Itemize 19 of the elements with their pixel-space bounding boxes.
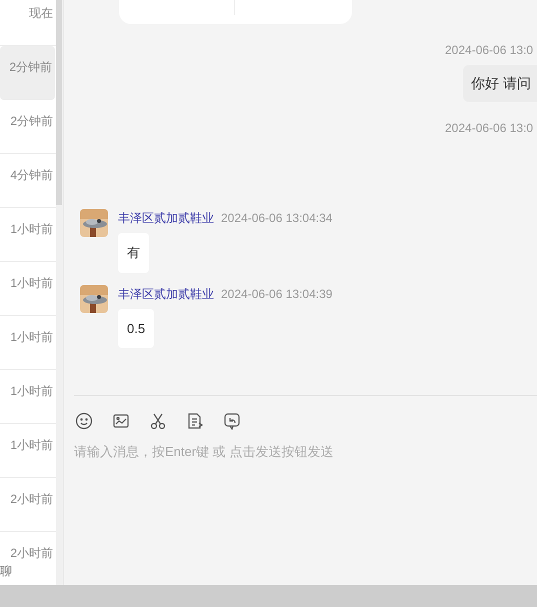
chat-undo-icon[interactable] bbox=[223, 412, 241, 430]
message-time: 2024-06-06 13:0 bbox=[445, 42, 534, 59]
message-time: 2024-06-06 13:0 bbox=[445, 120, 534, 137]
sidebar-footer-text: 聊 bbox=[0, 562, 12, 580]
scissors-icon[interactable] bbox=[149, 412, 167, 430]
conversation-item[interactable]: 2分钟前 bbox=[0, 46, 55, 100]
message-bubble: 你好 请问 bbox=[463, 65, 537, 102]
scrollbar-thumb[interactable] bbox=[56, 0, 62, 205]
message-input[interactable]: 请输入消息，按Enter键 或 点击发送按钮发送 bbox=[74, 442, 534, 562]
sender-name[interactable]: 丰泽区贰加贰鞋业 bbox=[118, 284, 214, 302]
message-bubble: 有 bbox=[118, 233, 149, 272]
smile-icon[interactable] bbox=[75, 412, 93, 430]
document-icon[interactable] bbox=[186, 412, 204, 430]
message-bubble: 0.5 bbox=[118, 308, 154, 348]
image-icon[interactable] bbox=[112, 412, 130, 430]
message-time: 2024-06-06 13:04:34 bbox=[221, 210, 332, 227]
scrollbar[interactable] bbox=[56, 0, 63, 585]
message-time: 2024-06-06 13:04:39 bbox=[221, 286, 332, 302]
sender-name[interactable]: 丰泽区贰加贰鞋业 bbox=[118, 209, 214, 227]
